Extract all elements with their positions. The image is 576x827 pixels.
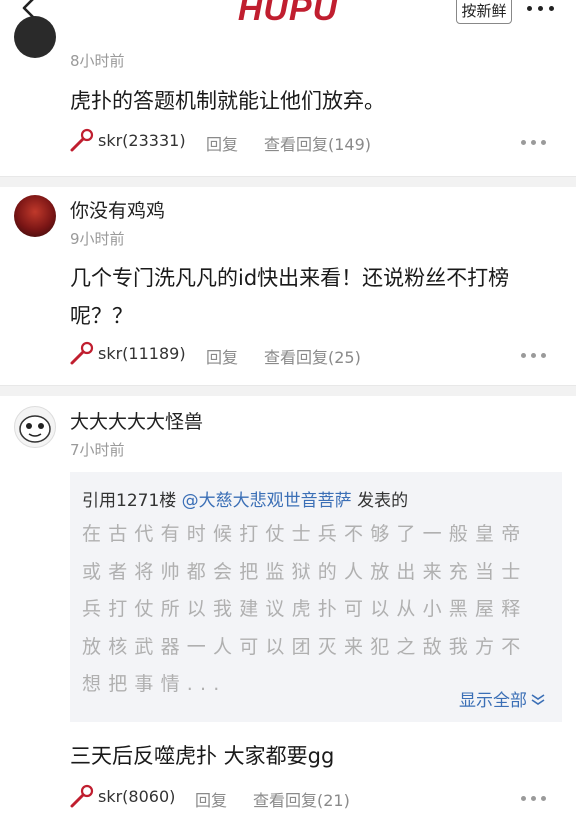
avatar[interactable] (14, 406, 56, 448)
quote-suffix: 发表的 (351, 491, 409, 511)
comment-content: 几个专门洗凡凡的id快出来看！还说粉丝不打榜呢？？ (70, 266, 510, 328)
skr-count: skr(11189) (98, 344, 186, 363)
avatar[interactable] (14, 16, 56, 58)
view-replies-link[interactable]: 查看回复(25) (264, 344, 361, 368)
comment-time: 7小时前 (70, 441, 125, 459)
quote-text: 在古代有时候打仗士兵不够了一般皇帝或者将帅都会把监狱的人放出来充当士兵打仗所以我… (82, 523, 528, 695)
microphone-icon (70, 128, 94, 152)
more-options-icon[interactable] (521, 353, 551, 359)
more-options-icon[interactable] (521, 796, 551, 802)
chevron-down-icon (531, 694, 545, 705)
quote-header: 引用1271楼 @大慈大悲观世音菩萨 发表的 (82, 486, 408, 511)
quoted-comment[interactable]: 引用1271楼 @大慈大悲观世音菩萨 发表的 在古代有时候打仗士兵不够了一般皇帝… (70, 472, 562, 722)
username[interactable]: 大大大大大怪兽 (70, 407, 203, 434)
skr-count: skr(23331) (98, 131, 186, 150)
microphone-icon (70, 784, 94, 808)
view-replies-link[interactable]: 查看回复(21) (253, 787, 350, 811)
more-options-icon[interactable] (521, 140, 551, 146)
quote-mention[interactable]: @大慈大悲观世音菩萨 (182, 491, 352, 511)
show-all-link[interactable]: 显示全部 (459, 686, 546, 711)
comment-actions: skr(23331) 回复 查看回复(149) (68, 128, 558, 156)
comment-actions: skr(11189) 回复 查看回复(25) (68, 341, 558, 369)
comment-item: 你没有鸡鸡 9小时前 几个专门洗凡凡的id快出来看！还说粉丝不打榜呢？？ skr… (0, 187, 576, 385)
avatar[interactable] (14, 195, 56, 237)
top-bar: HUPU 按新鲜 (0, 0, 576, 30)
show-all-label: 显示全部 (459, 691, 527, 711)
microphone-icon (70, 341, 94, 365)
skr-count: skr(8060) (98, 787, 176, 806)
divider (0, 385, 576, 396)
comment-content: 虎扑的答题机制就能让他们放弃。 (70, 89, 385, 113)
reply-button[interactable]: 回复 (195, 787, 227, 811)
more-menu-icon[interactable] (527, 6, 557, 14)
comment-item: 8小时前 虎扑的答题机制就能让他们放弃。 skr(23331) 回复 查看回复(… (0, 16, 576, 180)
comment-actions: skr(8060) 回复 查看回复(21) (68, 784, 558, 812)
username[interactable]: 你没有鸡鸡 (70, 196, 165, 223)
comment-content: 三天后反噬虎扑 大家都要gg (70, 744, 335, 768)
reply-button[interactable]: 回复 (206, 344, 238, 368)
divider (0, 176, 576, 187)
quote-floor: 引用1271楼 (82, 491, 182, 511)
view-replies-link[interactable]: 查看回复(149) (264, 131, 371, 155)
sort-button[interactable]: 按新鲜 (456, 0, 512, 24)
reply-button[interactable]: 回复 (206, 131, 238, 155)
comment-time: 9小时前 (70, 230, 125, 248)
comment-time: 8小时前 (70, 52, 125, 70)
